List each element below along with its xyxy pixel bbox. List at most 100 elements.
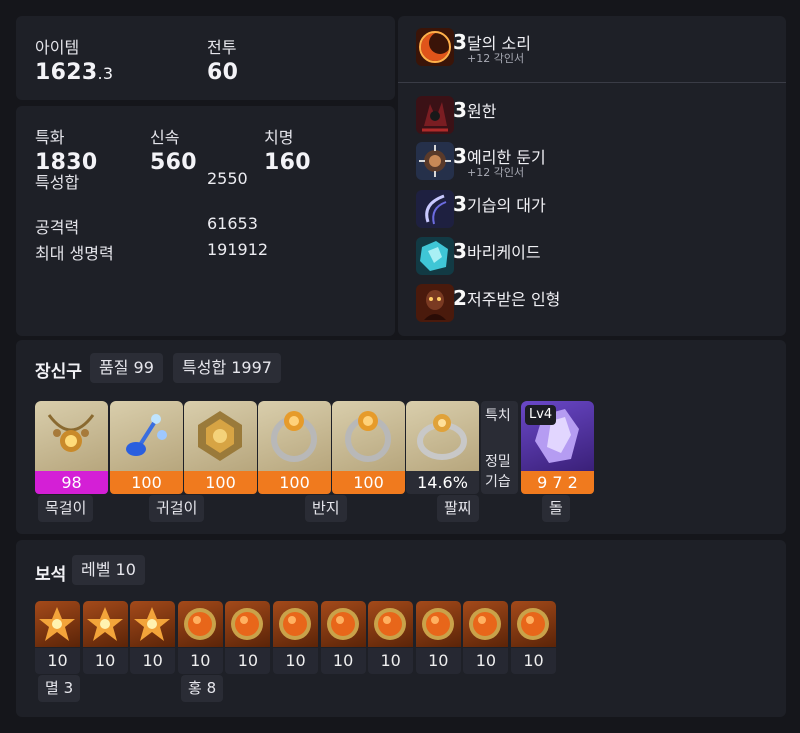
annihilation-gem-icon	[82, 601, 128, 647]
engraving-level: 2	[453, 286, 467, 310]
crimson-gem-slot[interactable]: 10	[177, 601, 223, 675]
bracelet-effect: 정밀	[485, 454, 511, 470]
engraving-book: +12 각인서	[467, 52, 525, 65]
engraving-row[interactable]: 3 기습의 대가	[416, 190, 786, 232]
stat-sum-chip: 특성합 1997	[173, 353, 281, 383]
bracelet-icon	[406, 401, 479, 471]
gem-level: 10	[511, 648, 556, 674]
gem-level: 10	[273, 648, 318, 674]
quality-bar: 14.6%	[406, 471, 479, 494]
earring-tag: 귀걸이	[149, 495, 205, 522]
bracelet-effect: 특치	[485, 408, 511, 424]
crimson-gem-slot[interactable]: 10	[320, 601, 366, 675]
stone-values: 9 7 2	[521, 471, 594, 494]
ring-slot[interactable]: 100	[258, 401, 331, 494]
crimson-tag: 홍 8	[181, 675, 224, 702]
engraving-row[interactable]: 3 예리한 둔기 +12 각인서	[416, 142, 786, 184]
gem-level: 10	[35, 648, 80, 674]
item-level-value: 1623.3	[35, 60, 113, 85]
earring-slot[interactable]: 100	[110, 401, 183, 494]
attack-label: 공격력	[35, 218, 80, 237]
stats-panel: 특화 1830 신속 560 치명 160 특성합 2550 공격력 61653…	[16, 106, 395, 336]
crimson-gem-slot[interactable]: 10	[415, 601, 461, 675]
ability-stone-slot[interactable]: Lv4 9 7 2	[521, 401, 594, 494]
item-level-panel: 아이템 1623.3 전투 60	[16, 16, 395, 100]
annihilation-gem-slot[interactable]: 10	[35, 601, 80, 675]
engraving-level: 3	[453, 144, 467, 168]
quality-chip: 품질 99	[90, 353, 163, 383]
crimson-gem-slot[interactable]: 10	[273, 601, 318, 675]
gem-level: 10	[415, 648, 461, 674]
earring-slot[interactable]: 100	[184, 401, 257, 494]
stat-sum-value: 2550	[207, 169, 248, 188]
ring-icon	[332, 401, 405, 471]
annihilation-gem-icon	[35, 601, 80, 647]
item-level-decimal: .3	[97, 64, 114, 83]
crimson-gem-icon	[415, 601, 461, 647]
stat-sum-label: 특성합	[35, 173, 80, 192]
engraving-row[interactable]: 3 원한	[416, 96, 786, 138]
bracelet-effects: 특치 정밀 기습	[481, 401, 518, 494]
gem-level: 10	[225, 648, 271, 674]
gem-level-chip: 레벨 10	[72, 555, 145, 585]
necklace-icon	[35, 401, 108, 471]
gems-title: 보석	[35, 565, 67, 585]
crimson-gem-icon	[368, 601, 414, 647]
item-level-label: 아이템	[35, 38, 80, 57]
stone-tag: 돌	[542, 495, 570, 522]
keen-blunt-icon	[416, 142, 454, 180]
ring-icon	[258, 401, 331, 471]
earring-icon	[184, 401, 257, 471]
engraving-level: 3	[453, 30, 467, 54]
stone-level: Lv4	[525, 405, 557, 425]
annihilation-gem-slot[interactable]: 10	[130, 601, 176, 675]
engravings-divider	[398, 82, 786, 83]
engraving-level: 3	[453, 192, 467, 216]
crimson-gem-icon	[177, 601, 223, 647]
crimson-gem-icon	[273, 601, 318, 647]
crimson-gem-icon	[320, 601, 366, 647]
quality-bar: 100	[184, 471, 257, 494]
crimson-gem-slot[interactable]: 10	[368, 601, 414, 675]
engraving-row[interactable]: 3 바리케이드	[416, 237, 786, 279]
engraving-level: 3	[453, 98, 467, 122]
swift-value: 560	[150, 150, 197, 175]
engraving-row[interactable]: 2 저주받은 인형	[416, 284, 786, 326]
engraving-book: +12 각인서	[467, 166, 525, 179]
master-ambush-icon	[416, 190, 454, 228]
crimson-gem-icon	[511, 601, 556, 647]
crit-value: 160	[264, 150, 311, 175]
engraving-name: 저주받은 인형	[467, 290, 561, 309]
crimson-gem-slot[interactable]: 10	[511, 601, 556, 675]
gem-level: 10	[463, 648, 509, 674]
ring-slot[interactable]: 100	[332, 401, 405, 494]
crimson-gem-icon	[463, 601, 509, 647]
necklace-tag: 목걸이	[38, 495, 94, 522]
crimson-gem-icon	[225, 601, 271, 647]
bracelet-tag: 팔찌	[437, 495, 479, 522]
bracelet-effect: 기습	[485, 474, 511, 490]
bracelet-slot[interactable]: 14.6%	[406, 401, 479, 494]
gem-level: 10	[177, 648, 223, 674]
accessories-title: 장신구	[35, 362, 82, 382]
gem-level: 10	[130, 648, 176, 674]
annihilation-gem-icon	[130, 601, 176, 647]
quality-bar: 100	[110, 471, 183, 494]
ring-tag: 반지	[305, 495, 347, 522]
gem-level: 10	[368, 648, 414, 674]
necklace-slot[interactable]: 98	[35, 401, 108, 494]
engraving-row[interactable]: 3 달의 소리 +12 각인서	[416, 28, 786, 70]
crimson-gem-slot[interactable]: 10	[463, 601, 509, 675]
hp-value: 191912	[207, 240, 269, 259]
crimson-gem-slot[interactable]: 10	[225, 601, 271, 675]
annihilation-gem-slot[interactable]: 10	[82, 601, 128, 675]
spec-label: 특화	[35, 128, 65, 147]
attack-value: 61653	[207, 214, 258, 233]
earring-icon	[110, 401, 183, 471]
quality-bar: 98	[35, 471, 108, 494]
engraving-name: 기습의 대가	[467, 196, 546, 215]
item-level-main: 1623	[35, 60, 98, 85]
crit-label: 치명	[264, 128, 294, 147]
annihilation-tag: 멸 3	[38, 675, 81, 702]
cursed-doll-icon	[416, 284, 454, 322]
